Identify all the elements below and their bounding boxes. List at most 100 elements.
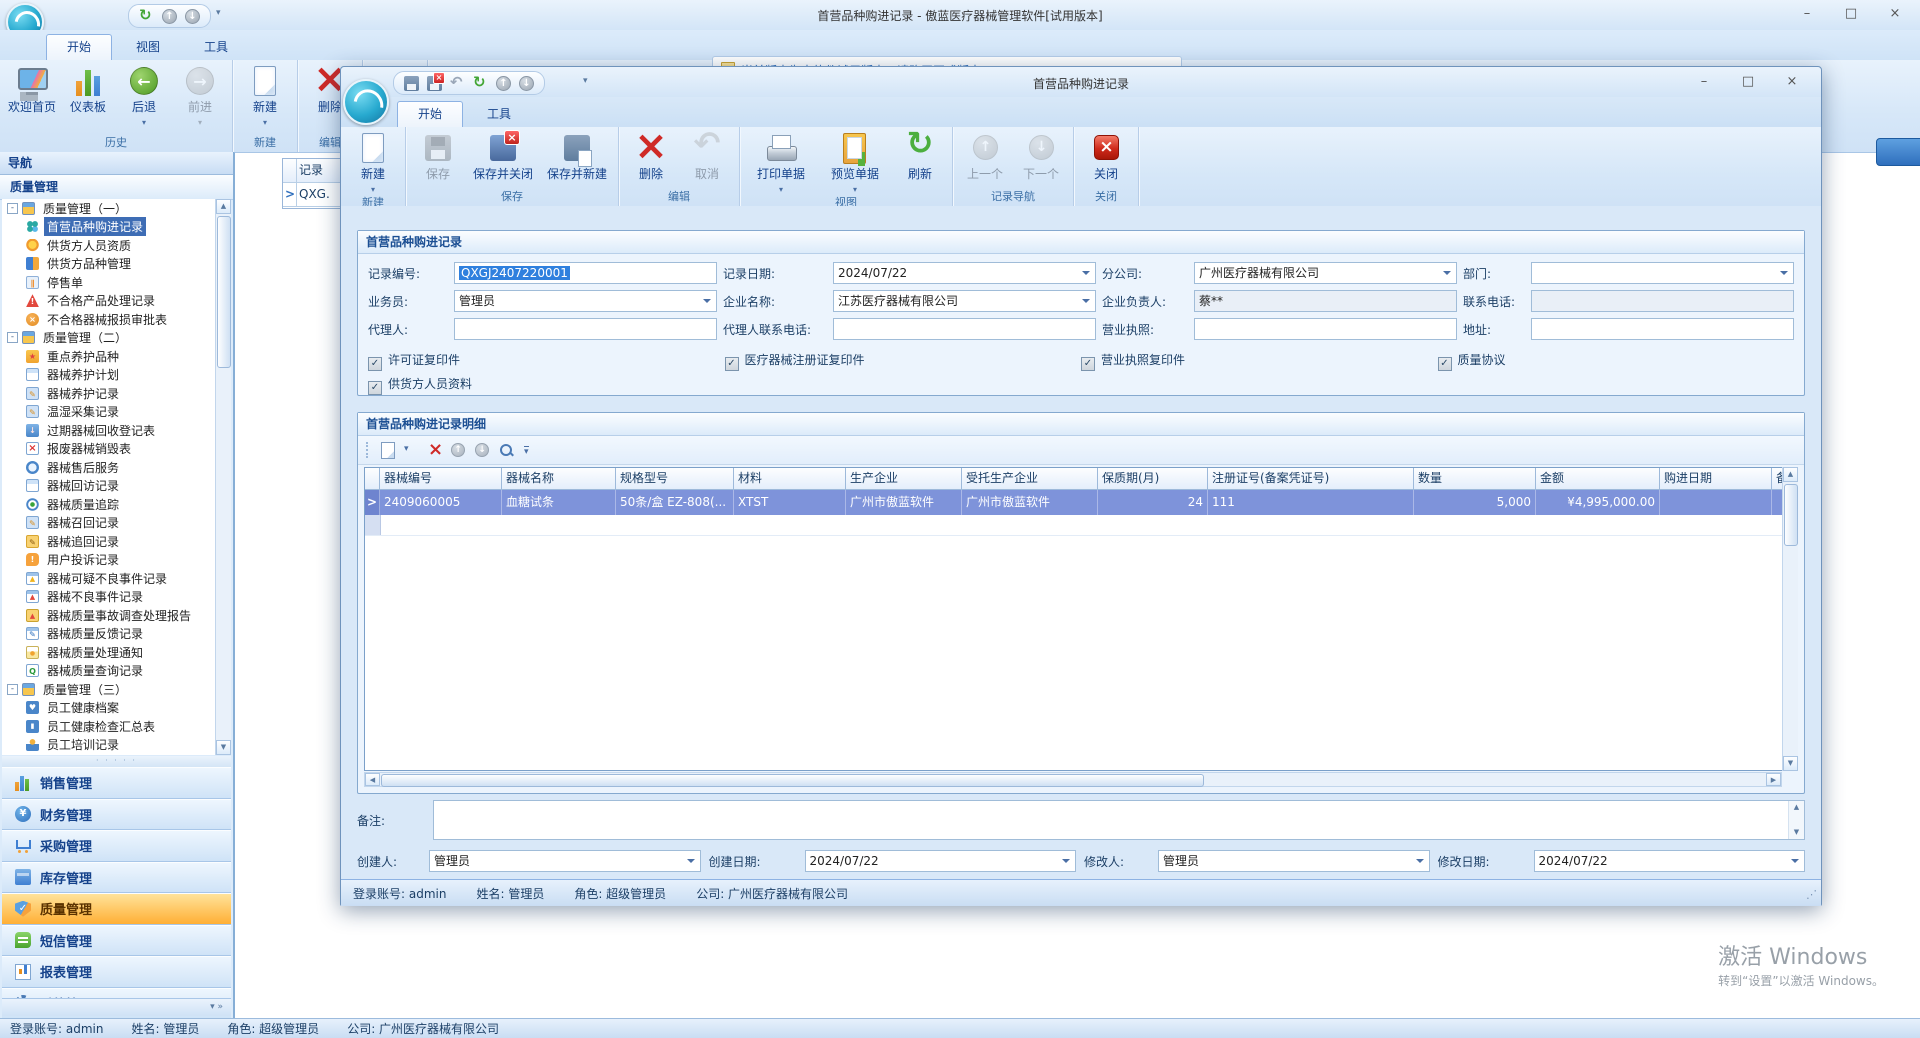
checkbox[interactable]: 供货方人员资料 bbox=[368, 374, 725, 394]
scrollbar-thumb[interactable] bbox=[381, 774, 1204, 787]
main-tab[interactable]: 开始 bbox=[46, 34, 112, 60]
tree-item[interactable]: 器械追回记录 bbox=[2, 532, 231, 551]
ribbon-button[interactable]: 删除 bbox=[623, 129, 679, 189]
record-no-input[interactable]: QXGJ2407220001 bbox=[454, 262, 717, 284]
checkbox[interactable]: 质量协议 bbox=[1438, 350, 1795, 370]
license-input[interactable] bbox=[1194, 318, 1457, 340]
tree-item[interactable]: 器械不良事件记录 bbox=[2, 588, 231, 607]
dialog-titlebar[interactable]: 首营品种购进记录 bbox=[341, 67, 1821, 97]
tree-item[interactable]: 器械可疑不良事件记录 bbox=[2, 569, 231, 588]
scrollbar-thumb[interactable] bbox=[217, 216, 231, 368]
cell-quantity[interactable]: 5,000 bbox=[1414, 490, 1536, 515]
save-icon[interactable] bbox=[404, 76, 419, 91]
main-titlebar[interactable]: 首营品种购进记录 - 傲蓝医疗器械管理软件[试用版本] bbox=[0, 0, 1920, 30]
scroll-up-icon[interactable]: ▲ bbox=[216, 199, 231, 214]
module-nav-item[interactable]: 销售管理 bbox=[2, 767, 231, 799]
cell-material[interactable]: XTST bbox=[734, 490, 846, 515]
refresh-icon[interactable] bbox=[139, 9, 154, 24]
dialog-tab[interactable]: 工具 bbox=[467, 102, 531, 127]
module-nav-item[interactable]: 报表管理 bbox=[2, 956, 231, 988]
ribbon-button[interactable]: 下一个 bbox=[1013, 129, 1069, 189]
module-nav-item[interactable]: 采购管理 bbox=[2, 830, 231, 862]
tree-item[interactable]: 供货方品种管理 bbox=[2, 255, 231, 274]
tree-scrollbar[interactable]: ▲ ▼ bbox=[215, 199, 231, 755]
grid-column-header[interactable]: 规格型号 bbox=[616, 468, 734, 490]
ribbon-button[interactable]: 打印单据 bbox=[744, 129, 818, 195]
expander-icon[interactable] bbox=[7, 203, 18, 214]
grid-row-cell[interactable]: QXG. bbox=[297, 183, 341, 207]
ribbon-button[interactable]: 新建 bbox=[345, 129, 401, 195]
cell-entrusted-manufacturer[interactable]: 广州市傲蓝软件 bbox=[962, 490, 1098, 515]
qat-more-icon[interactable]: ▾ bbox=[216, 8, 221, 18]
grid-horizontal-scrollbar[interactable]: ◀ ▶ bbox=[364, 772, 1782, 787]
tree-item[interactable]: 员工健康检查汇总表 bbox=[2, 717, 231, 736]
checkbox[interactable]: 许可证复印件 bbox=[368, 350, 725, 370]
minimize-icon[interactable]: – bbox=[1792, 4, 1822, 24]
move-down-icon[interactable] bbox=[474, 442, 491, 459]
prev-record-icon[interactable] bbox=[496, 76, 511, 91]
tree-item[interactable]: 器械养护记录 bbox=[2, 384, 231, 403]
checkbox[interactable]: 医疗器械注册证复印件 bbox=[725, 350, 1082, 370]
tree-item[interactable]: 员工健康档案 bbox=[2, 699, 231, 718]
phone-input[interactable] bbox=[1531, 290, 1794, 312]
tree-item[interactable]: 不合格器械报损审批表 bbox=[2, 310, 231, 329]
tree-item[interactable]: 重点养护品种 bbox=[2, 347, 231, 366]
search-edit-icon[interactable] bbox=[498, 442, 515, 459]
next-record-icon[interactable] bbox=[519, 76, 534, 91]
close-icon[interactable]: × bbox=[1777, 72, 1807, 92]
cell-amount[interactable]: ¥4,995,000.00 bbox=[1536, 490, 1660, 515]
tree-item[interactable]: 质量管理（一） bbox=[2, 199, 231, 218]
create-date-input[interactable]: 2024/07/22 bbox=[805, 850, 1077, 872]
expander-icon[interactable] bbox=[7, 332, 18, 343]
module-nav-item[interactable]: 财务管理 bbox=[2, 799, 231, 831]
delete-row-icon[interactable] bbox=[426, 442, 443, 459]
address-input[interactable] bbox=[1531, 318, 1794, 340]
cell-shelf-life[interactable]: 24 bbox=[1098, 490, 1208, 515]
modify-date-input[interactable]: 2024/07/22 bbox=[1534, 850, 1806, 872]
modifier-select[interactable]: 管理员 bbox=[1158, 850, 1430, 872]
tree-item[interactable]: 用户投诉记录 bbox=[2, 551, 231, 570]
close-icon[interactable]: × bbox=[1880, 4, 1910, 24]
remark-textarea[interactable]: ▲▼ bbox=[433, 800, 1805, 840]
maximize-icon[interactable]: □ bbox=[1733, 72, 1763, 92]
add-row-icon[interactable] bbox=[381, 442, 395, 459]
sidebar-overflow-strip[interactable]: ▾ » bbox=[2, 998, 231, 1016]
tree-item[interactable]: 首营品种购进记录 bbox=[2, 218, 231, 237]
salesman-select[interactable]: 管理员 bbox=[454, 290, 717, 312]
ribbon-button[interactable]: 保存并关闭 bbox=[466, 129, 540, 189]
tree-item[interactable]: 器械售后服务 bbox=[2, 458, 231, 477]
tree-item[interactable]: 器械质量追踪 bbox=[2, 495, 231, 514]
department-select[interactable] bbox=[1531, 262, 1794, 284]
cell-device-no[interactable]: 2409060005 bbox=[380, 490, 502, 515]
ribbon-button[interactable]: 关闭 bbox=[1078, 129, 1134, 189]
cell-manufacturer[interactable]: 广州市傲蓝软件 bbox=[846, 490, 962, 515]
scroll-down-icon[interactable]: ▼ bbox=[216, 740, 231, 755]
toolbar-overflow-icon[interactable] bbox=[522, 442, 539, 459]
save-close-icon[interactable] bbox=[427, 76, 442, 91]
grid-column-header[interactable]: 生产企业 bbox=[846, 468, 962, 490]
grid-column-header[interactable]: 器械编号 bbox=[380, 468, 502, 490]
app-logo-icon[interactable] bbox=[343, 79, 389, 125]
ribbon-button[interactable]: 上一个 bbox=[957, 129, 1013, 189]
cell-registration-no[interactable]: 111 bbox=[1208, 490, 1414, 515]
principal-input[interactable]: 蔡** bbox=[1194, 290, 1457, 312]
prev-record-icon[interactable] bbox=[162, 9, 177, 24]
cell-purchase-date[interactable] bbox=[1660, 490, 1772, 515]
tree-item[interactable]: 器械质量事故调查处理报告 bbox=[2, 606, 231, 625]
ribbon-button[interactable]: 前进 bbox=[172, 62, 228, 135]
dropdown-icon[interactable] bbox=[402, 442, 419, 459]
grid-column-header[interactable]: 数量 bbox=[1414, 468, 1536, 490]
dialog-tab[interactable]: 开始 bbox=[397, 101, 463, 127]
branch-select[interactable]: 广州医疗器械有限公司 bbox=[1194, 262, 1457, 284]
expander-icon[interactable] bbox=[7, 684, 18, 695]
module-nav-item[interactable]: 库存管理 bbox=[2, 862, 231, 894]
tree-item[interactable]: 器械质量反馈记录 bbox=[2, 625, 231, 644]
tree-item[interactable]: 员工培训记录 bbox=[2, 736, 231, 755]
tree-item[interactable]: 停售单 bbox=[2, 273, 231, 292]
module-nav-item[interactable]: 短信管理 bbox=[2, 925, 231, 957]
agent-input[interactable] bbox=[454, 318, 717, 340]
ribbon-button[interactable]: 欢迎首页 bbox=[4, 62, 60, 135]
resize-grip-icon[interactable]: ⋰ bbox=[1806, 888, 1817, 901]
tree-item[interactable]: 器械回访记录 bbox=[2, 477, 231, 496]
grid-selected-row[interactable]: > 2409060005 血糖试条 50条/盒 EZ-808(... XTST … bbox=[365, 490, 1797, 515]
